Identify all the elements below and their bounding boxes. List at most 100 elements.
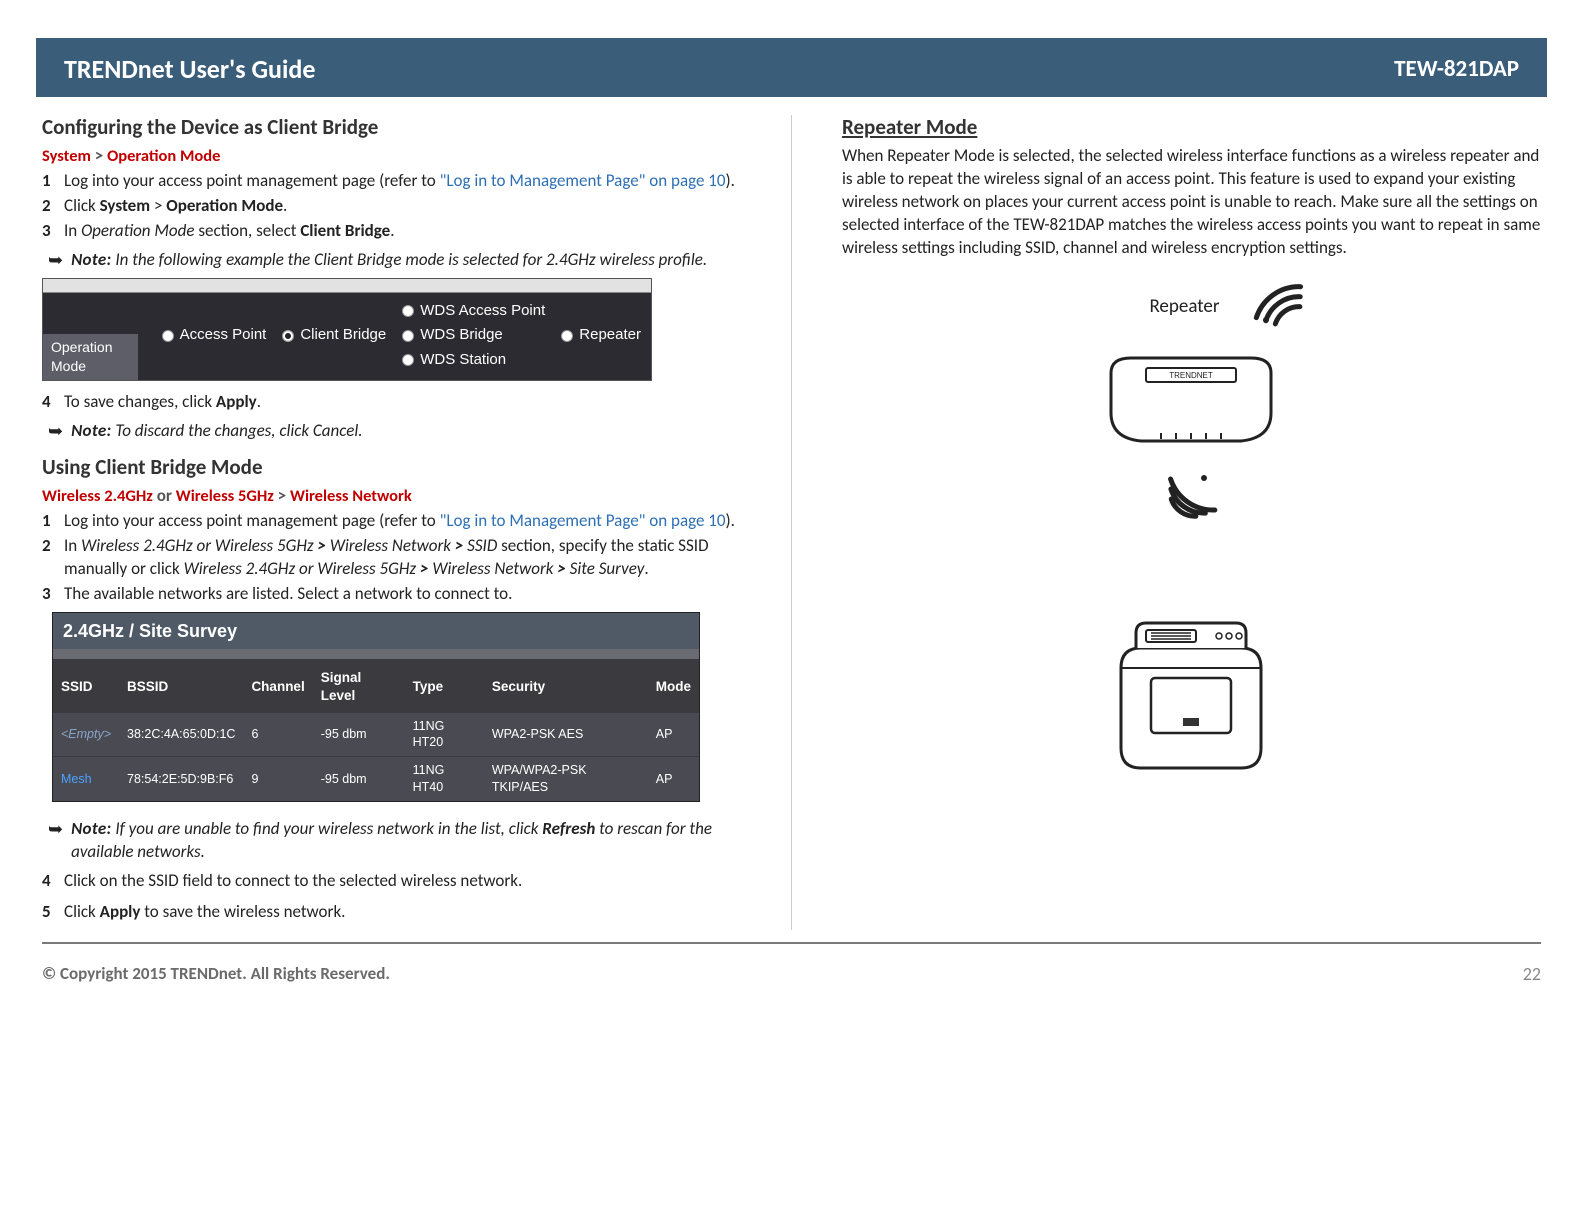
path-operation-mode: Operation Mode (107, 146, 220, 166)
s3a: In (64, 220, 81, 241)
steps-configure: Log into your access point management pa… (42, 170, 741, 243)
note-2: ➥ Note: To discard the changes, click Ca… (48, 420, 741, 443)
u5c: to save the wireless network. (140, 901, 345, 922)
operation-mode-screenshot: Operation Mode Access Point Client Bridg… (42, 278, 652, 381)
ss-title: 2.4GHz / Site Survey (53, 613, 699, 649)
note-1-text: Note: In the following example the Clien… (71, 249, 707, 272)
th-signal: Signal Level (313, 663, 405, 712)
step-1a: Log into your access point management pa… (64, 170, 440, 191)
radio-wds-bridge[interactable]: WDS Bridge (402, 325, 545, 345)
copyright: © Copyright 2015 TRENDnet. All Rights Re… (42, 963, 390, 986)
printer-icon (1091, 608, 1291, 785)
th-type: Type (405, 663, 484, 712)
note-2-text: Note: To discard the changes, click Canc… (71, 420, 362, 443)
path-sep: > (91, 145, 107, 166)
td-sec-0: WPA2-PSK AES (484, 712, 648, 757)
step-1: Log into your access point management pa… (42, 170, 741, 193)
page-footer: © Copyright 2015 TRENDnet. All Rights Re… (36, 944, 1547, 986)
svg-text:TRENDNET: TRENDNET (1170, 371, 1214, 380)
u2g: Wireless Network (432, 558, 557, 579)
note-3b: Refresh (542, 818, 595, 839)
note-arrow-icon: ➥ (48, 251, 63, 269)
p2a: Wireless 2.4GHz (42, 486, 153, 506)
page-banner: TRENDnet User's Guide TEW-821DAP (36, 38, 1547, 97)
p2e: Wireless Network (290, 486, 412, 506)
u5a: Click (64, 901, 100, 922)
u2gt1: > (318, 535, 330, 556)
td-sec-1: WPA/WPA2-PSK TKIP/AES (484, 757, 648, 801)
p2d: > (274, 485, 290, 506)
s3d: Client Bridge (300, 220, 390, 241)
r-wdsb: WDS Bridge (420, 325, 503, 345)
p2b: or (153, 485, 176, 506)
step-1b: ). (726, 170, 735, 191)
column-divider (791, 115, 792, 930)
td-bssid-1: 78:54:2E:5D:9B:F6 (119, 757, 243, 801)
radio-repeater[interactable]: Repeater (561, 301, 641, 370)
ustep-1: Log into your access point management pa… (42, 510, 741, 533)
s2d: Operation Mode (166, 195, 283, 216)
nav-path-1: System > Operation Mode (42, 145, 741, 168)
access-point-icon: TRENDNET (1091, 343, 1291, 460)
th-security: Security (484, 663, 648, 712)
link-login-page-1[interactable]: "Log in to Management Page" on page 10 (440, 170, 726, 191)
td-mode-1: AP (648, 757, 699, 801)
ustep-3: The available networks are listed. Selec… (42, 583, 741, 606)
repeater-paragraph: When Repeater Mode is selected, the sele… (842, 145, 1541, 260)
radio-access-point[interactable]: Access Point (162, 301, 267, 370)
radio-wds-station[interactable]: WDS Station (402, 350, 545, 370)
banner-title: TRENDnet User's Guide (64, 52, 315, 87)
p2c: Wireless 5GHz (176, 486, 274, 506)
site-survey-table: SSID BSSID Channel Signal Level Type Sec… (53, 663, 699, 801)
s4a: To save changes, click (64, 391, 216, 412)
u2d: SSID (467, 535, 497, 556)
td-ssid-1: Mesh (53, 757, 119, 801)
s2e: . (283, 195, 287, 216)
link-login-page-2[interactable]: "Log in to Management Page" on page 10 (440, 510, 726, 531)
note-3a: If you are unable to find your wireless … (112, 818, 543, 839)
site-survey-screenshot: 2.4GHz / Site Survey SSID BSSID Channel … (52, 612, 700, 802)
section-configure-client-bridge: Configuring the Device as Client Bridge (42, 113, 741, 141)
steps-configure-cont: To save changes, click Apply. (42, 391, 741, 414)
td-ch-0: 6 (243, 712, 312, 757)
th-channel: Channel (243, 663, 312, 712)
u2b: Wireless 2.4GHz or Wireless 5GHz (81, 535, 317, 556)
path-system: System (42, 146, 91, 166)
td-sig-0: -95 dbm (313, 712, 405, 757)
left-column: Configuring the Device as Client Bridge … (42, 111, 741, 930)
steps-using: Log into your access point management pa… (42, 510, 741, 606)
r-rep: Repeater (579, 325, 641, 345)
u5b: Apply (100, 901, 141, 922)
radio-wds-ap[interactable]: WDS Access Point (402, 301, 545, 321)
th-bssid: BSSID (119, 663, 243, 712)
td-type-1: 11NG HT40 (405, 757, 484, 801)
op-mode-label: Operation Mode (43, 334, 138, 380)
r-ap: Access Point (180, 325, 267, 345)
u2i: . (644, 558, 648, 579)
radio-client-bridge[interactable]: Client Bridge (282, 301, 386, 370)
ustep-2: In Wireless 2.4GHz or Wireless 5GHz > Wi… (42, 535, 741, 581)
section-repeater-mode: Repeater Mode (842, 113, 1541, 141)
u2h: Site Survey (570, 558, 645, 579)
u2c: Wireless Network (330, 535, 455, 556)
s3c: section, select (195, 220, 301, 241)
note-1-prefix: Note: (71, 249, 111, 270)
s2b: System (100, 195, 150, 216)
note-arrow-icon-3: ➥ (48, 820, 63, 838)
r-cb: Client Bridge (300, 325, 386, 345)
u1b: ). (726, 510, 735, 531)
th-ssid: SSID (53, 663, 119, 712)
note-3-prefix: Note: (71, 818, 111, 839)
ustep-4: Click on the SSID field to connect to th… (42, 870, 741, 893)
s2a: Click (64, 195, 100, 216)
banner-model: TEW-821DAP (1394, 54, 1519, 85)
step-4: To save changes, click Apply. (42, 391, 741, 414)
table-row[interactable]: Mesh 78:54:2E:5D:9B:F6 9 -95 dbm 11NG HT… (53, 757, 699, 801)
u2gt2: > (455, 535, 467, 556)
r-wdss: WDS Station (420, 350, 506, 370)
u2gt3: > (420, 558, 432, 579)
table-row[interactable]: <Empty> 38:2C:4A:65:0D:1C 6 -95 dbm 11NG… (53, 712, 699, 757)
nav-path-2: Wireless 2.4GHz or Wireless 5GHz > Wirel… (42, 485, 741, 508)
td-mode-0: AP (648, 712, 699, 757)
diagram-label: Repeater (1149, 294, 1219, 320)
